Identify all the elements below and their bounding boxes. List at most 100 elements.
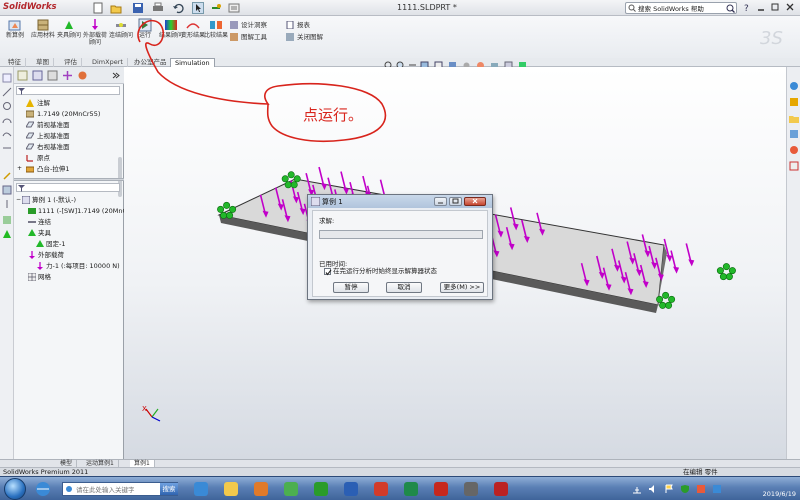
help-search-box[interactable]: [625, 2, 737, 14]
expand-toggle[interactable]: +: [17, 164, 22, 174]
options-icon[interactable]: [228, 2, 242, 14]
taskbar-excel-icon[interactable]: [400, 479, 422, 499]
solidworks-logo: 3S: [760, 28, 783, 49]
deformed-result-icon: [186, 23, 200, 29]
feature-tree-tab-icon[interactable]: [17, 70, 28, 81]
save-icon[interactable]: [132, 2, 146, 14]
display-manager-tab-icon[interactable]: [77, 70, 88, 81]
tray-flag-icon[interactable]: [664, 484, 674, 494]
taskbar-folder-icon[interactable]: [220, 479, 242, 499]
tab-evaluate[interactable]: 评估: [60, 58, 82, 67]
help-search-input[interactable]: [638, 3, 724, 13]
plot-tools-button[interactable]: 图解工具: [230, 32, 267, 42]
help-question-icon[interactable]: ?: [741, 2, 753, 14]
spline-tool-icon[interactable]: [2, 129, 12, 139]
tray-volume-icon[interactable]: [648, 484, 658, 494]
fixture-tool-icon[interactable]: [2, 229, 12, 239]
mirror-icon[interactable]: [2, 199, 12, 209]
tray-input-icon[interactable]: [712, 484, 722, 494]
tab-sketch[interactable]: 草图: [32, 58, 54, 67]
report-button[interactable]: 报表: [286, 20, 310, 30]
dimxpert-tab-icon[interactable]: [62, 70, 73, 81]
windows-taskbar: 搜索 2019/6/19: [0, 476, 800, 500]
taskbar-search-button[interactable]: 搜索: [160, 483, 178, 495]
select-icon[interactable]: [192, 2, 206, 14]
line-tool-icon[interactable]: [2, 87, 12, 97]
tab-dimxpert[interactable]: DimXpert: [88, 58, 128, 67]
dialog-close-button[interactable]: [464, 197, 486, 206]
external-loads-icon: [29, 251, 35, 259]
tray-shield-icon[interactable]: [680, 484, 690, 494]
chrome-icon: [284, 482, 298, 496]
taskbar-search-input[interactable]: [76, 484, 158, 495]
taskbar-player-icon[interactable]: [310, 479, 332, 499]
study-tree-filter[interactable]: [16, 183, 120, 192]
new-file-icon[interactable]: [92, 2, 106, 14]
rebuild-icon[interactable]: [210, 2, 224, 14]
show-solver-status-checkbox[interactable]: [324, 268, 332, 276]
task-pane: [786, 67, 800, 459]
cancel-button[interactable]: 取消: [386, 282, 422, 293]
svg-text:3S: 3S: [760, 28, 783, 49]
taskbar-chrome-icon[interactable]: [280, 479, 302, 499]
open-file-icon[interactable]: [110, 2, 124, 14]
fixture-advisor-button[interactable]: 夹具顾问: [56, 18, 82, 58]
file-explorer-icon[interactable]: [789, 113, 799, 123]
resources-icon[interactable]: [789, 81, 799, 91]
tree-filter[interactable]: [16, 86, 120, 95]
tray-network-icon[interactable]: [632, 484, 642, 494]
taskbar-ie-icon[interactable]: [190, 479, 212, 499]
taskbar-app-icon[interactable]: [460, 479, 482, 499]
close-plot-button[interactable]: 关闭图解: [286, 32, 323, 42]
panel-splitter[interactable]: [14, 178, 124, 181]
tab-features[interactable]: 特征: [4, 58, 26, 67]
dimension-tool-icon[interactable]: [2, 143, 12, 153]
more-button[interactable]: 更多(M) >>: [440, 282, 484, 293]
taskbar-solidworks-icon[interactable]: [430, 479, 452, 499]
taskbar-sw-task-icon[interactable]: [490, 479, 512, 499]
search-go-icon[interactable]: [726, 4, 735, 13]
taskbar-word-icon[interactable]: [340, 479, 362, 499]
arc-tool-icon[interactable]: [2, 115, 12, 125]
custom-properties-icon[interactable]: [789, 161, 799, 171]
apply-material-button[interactable]: 应用材料: [30, 18, 56, 58]
collapse-toggle[interactable]: −: [16, 195, 21, 205]
minimize-icon[interactable]: [755, 2, 767, 13]
print-icon[interactable]: [152, 2, 166, 14]
run-button[interactable]: 运行: [132, 18, 158, 58]
start-button[interactable]: [4, 478, 26, 500]
design-insight-button[interactable]: 设计洞察: [230, 20, 267, 30]
close-icon[interactable]: [784, 2, 796, 13]
appearances-icon[interactable]: [789, 145, 799, 155]
design-library-icon[interactable]: [789, 97, 799, 107]
dialog-title-bar[interactable]: 算例 1: [308, 195, 492, 208]
taskbar-wps-icon[interactable]: [370, 479, 392, 499]
connections-advisor-button[interactable]: 连结顾问: [108, 18, 134, 58]
configuration-tab-icon[interactable]: [47, 70, 58, 81]
pause-button[interactable]: 暂停: [333, 282, 369, 293]
load-advisor-button[interactable]: 外部载荷顾问: [82, 18, 108, 58]
sketch-tool-icon[interactable]: [2, 73, 12, 83]
taskbar-media-player-icon[interactable]: [250, 479, 272, 499]
relations-icon[interactable]: [2, 185, 12, 195]
property-manager-tab-icon[interactable]: [32, 70, 43, 81]
restore-icon[interactable]: [769, 2, 781, 13]
tray-date[interactable]: 2019/6/19: [742, 489, 796, 499]
undo-icon[interactable]: [172, 2, 186, 14]
expand-panel-icon[interactable]: [110, 70, 121, 81]
view-palette-icon[interactable]: [789, 129, 799, 139]
new-study-button[interactable]: 新算例: [2, 18, 28, 58]
dialog-minimize-button[interactable]: [434, 197, 447, 206]
filter-icon: [18, 185, 25, 192]
circle-tool-icon[interactable]: [2, 101, 12, 111]
taskbar-search[interactable]: 搜索: [62, 482, 178, 496]
taskbar-browser-icon[interactable]: [34, 481, 52, 497]
smart-dimension-icon[interactable]: [2, 171, 12, 181]
force-arrowhead: [673, 266, 680, 274]
tray-app-icon[interactable]: [696, 484, 706, 494]
tab-office-products[interactable]: 办公室产品: [130, 58, 172, 67]
dialog-maximize-button[interactable]: [449, 197, 462, 206]
simulation-tool-icon[interactable]: [2, 215, 12, 225]
tab-simulation[interactable]: Simulation: [170, 58, 215, 67]
compare-results-button[interactable]: 比较结果: [203, 18, 229, 58]
